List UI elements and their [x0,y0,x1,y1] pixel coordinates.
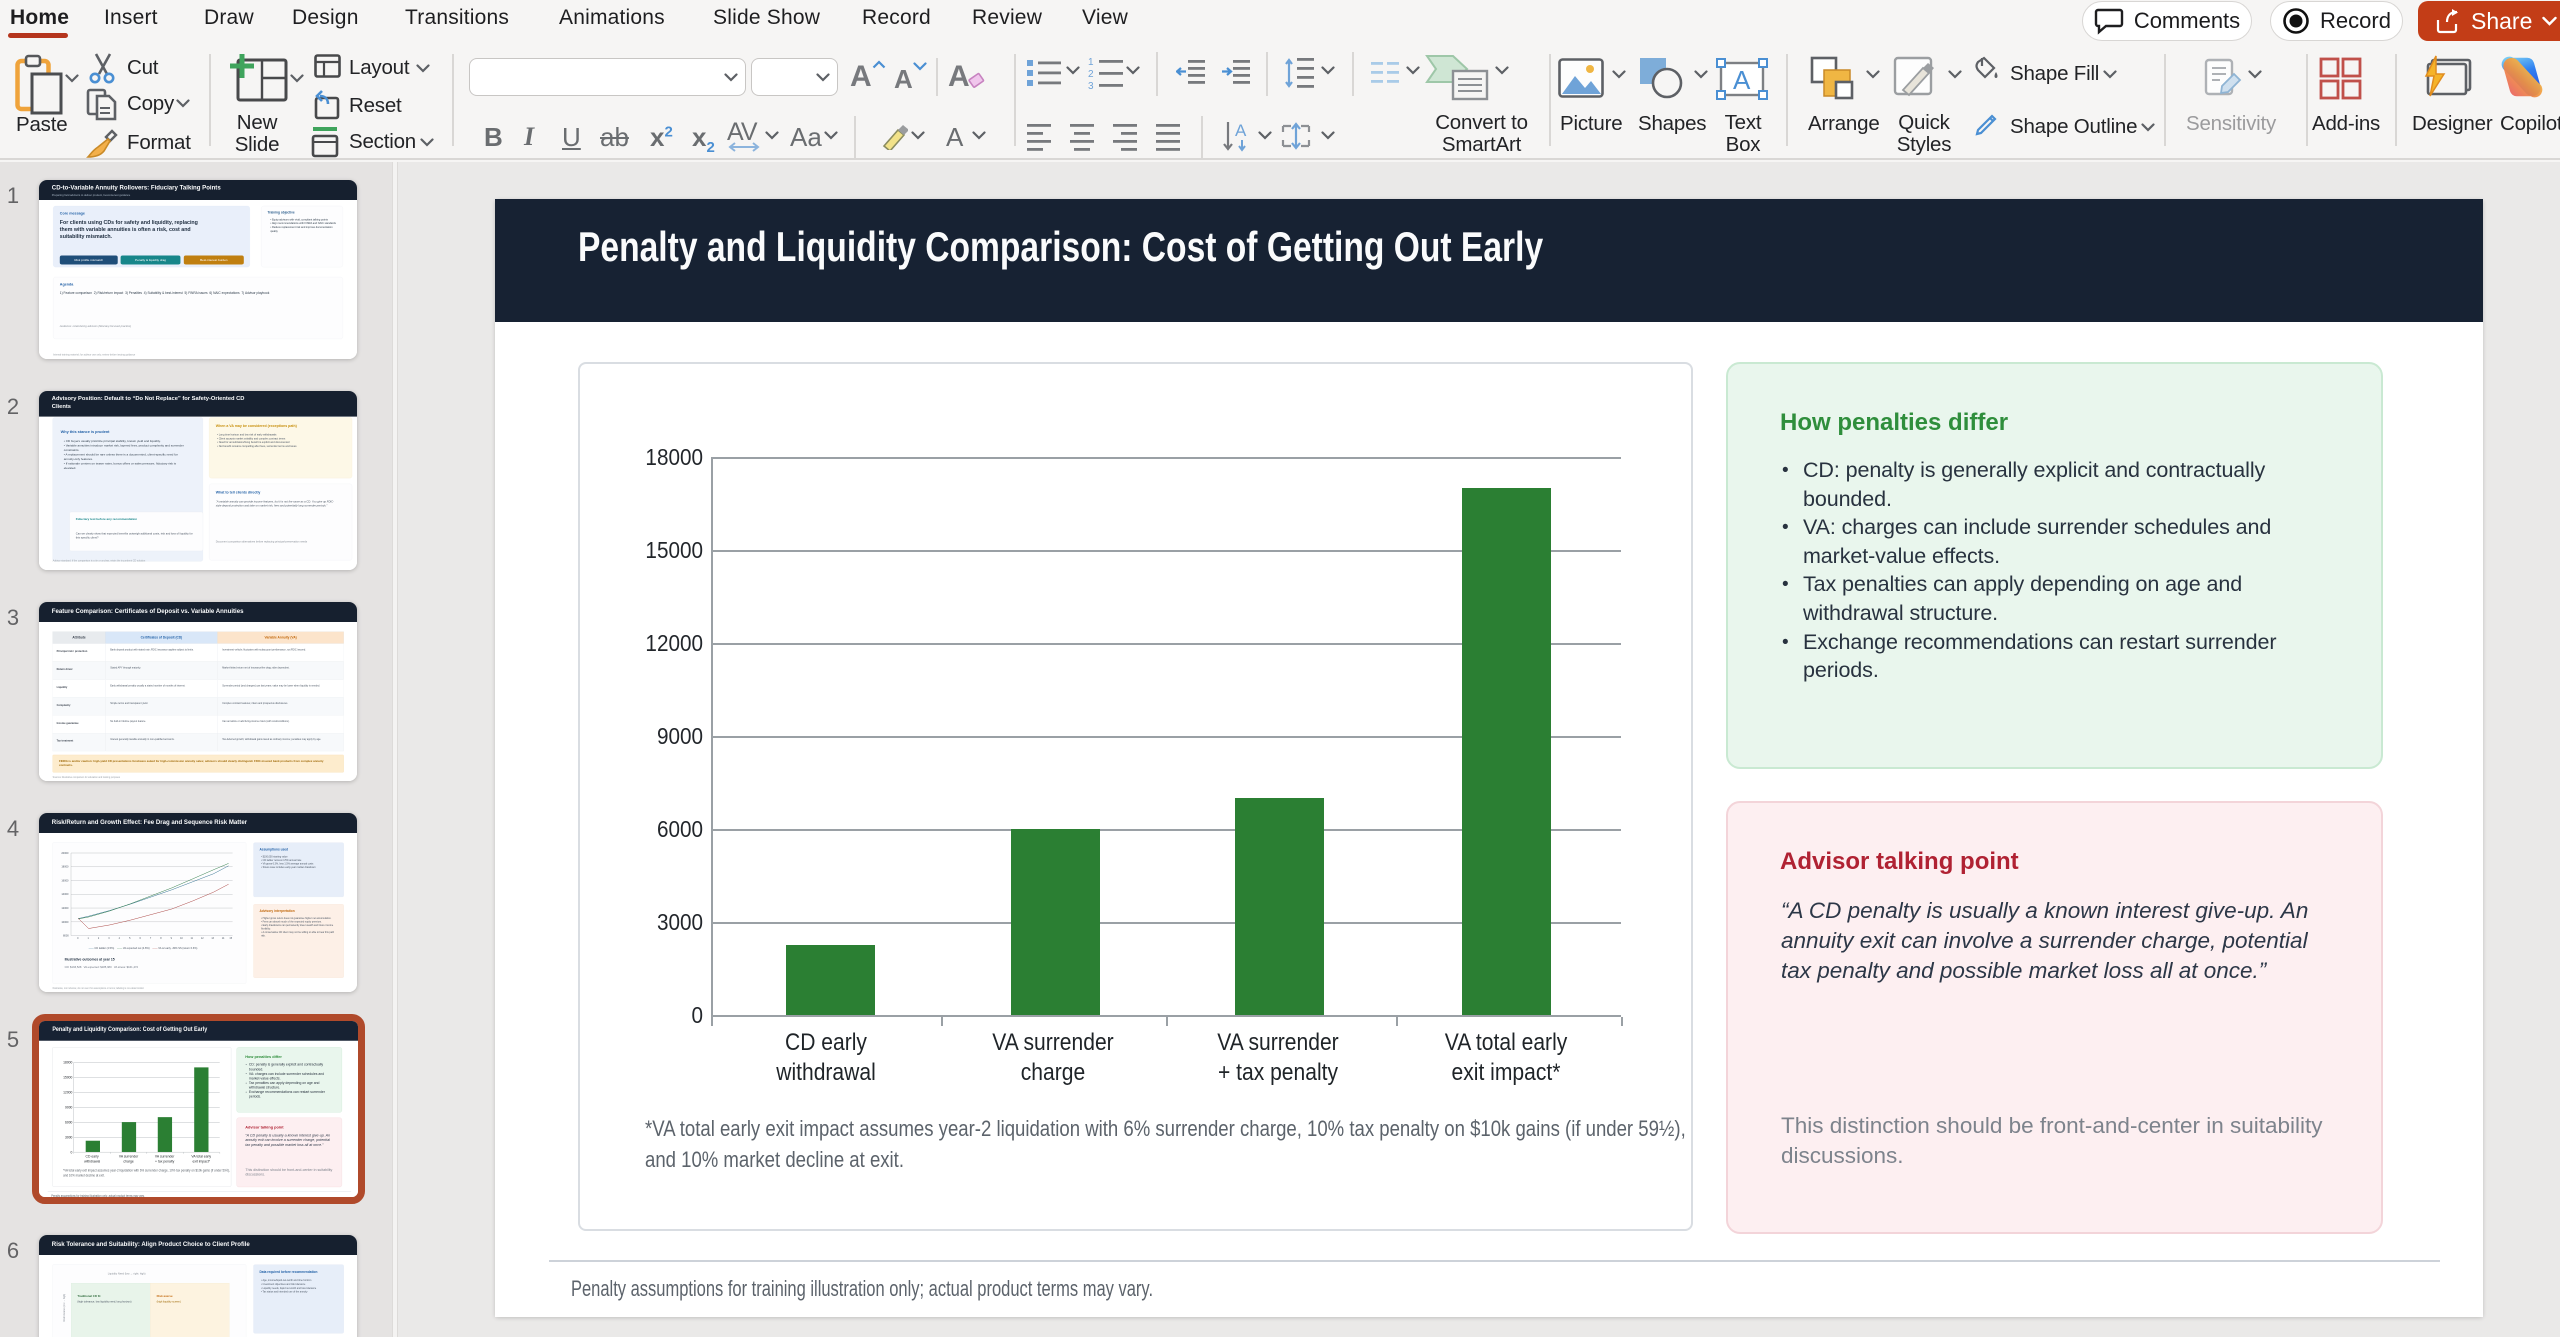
svg-text:0: 0 [77,937,79,940]
svg-text:8000: 8000 [63,934,69,938]
svg-text:12: 12 [201,937,204,940]
svg-text:3: 3 [1088,81,1094,90]
svg-text:4: 4 [119,937,121,940]
svg-text:10: 10 [180,937,183,940]
svg-text:18000: 18000 [61,865,69,869]
svg-text:11: 11 [191,937,194,940]
svg-text:2: 2 [1088,69,1094,80]
svg-text:9: 9 [171,937,173,940]
svg-text:A: A [1235,121,1247,140]
svg-text:16000: 16000 [61,878,69,882]
svg-text:7: 7 [150,937,152,940]
svg-text:8: 8 [160,937,162,940]
svg-text:13: 13 [211,937,214,940]
svg-text:2: 2 [98,937,100,940]
svg-text:20000: 20000 [61,851,69,855]
svg-text:3: 3 [108,937,110,940]
svg-text:10000: 10000 [61,920,69,924]
svg-text:1: 1 [87,937,89,940]
svg-text:14: 14 [222,937,225,940]
svg-text:14000: 14000 [61,892,69,896]
svg-text:A: A [1733,65,1751,95]
svg-text:6: 6 [139,937,141,940]
svg-text:5: 5 [129,937,131,940]
svg-text:1: 1 [1088,57,1094,68]
svg-text:12000: 12000 [61,906,69,910]
svg-text:15: 15 [229,937,232,940]
